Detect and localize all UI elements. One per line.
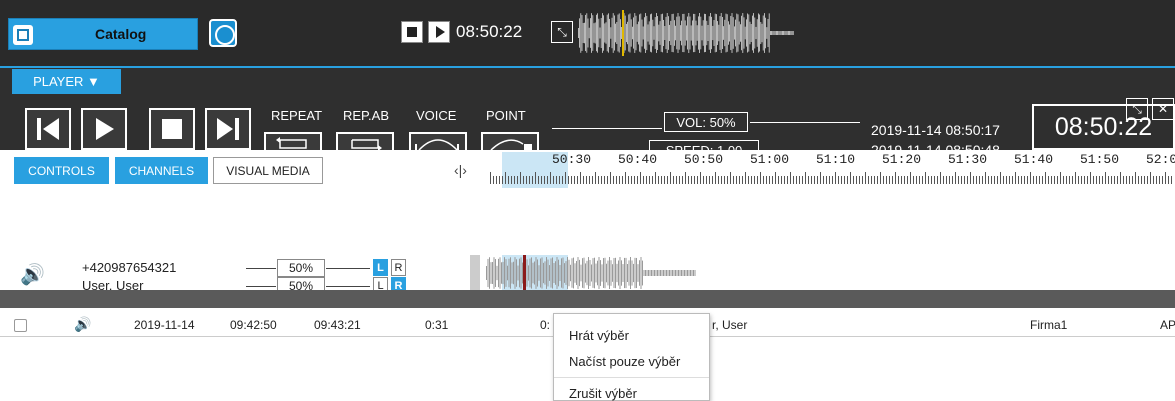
vol1-line-r [326, 268, 370, 269]
skip-forward-icon [217, 118, 239, 140]
ruler-tick-label: 52:0 [1146, 152, 1175, 167]
context-menu: Hrát výběr Načíst pouze výběr Zrušit výb… [553, 313, 710, 401]
mini-time-display: 08:50:22 [456, 22, 523, 41]
app-icon[interactable] [209, 19, 237, 47]
vol-line-right [750, 122, 860, 123]
row-firm: Firma1 [1030, 318, 1068, 332]
current-time-display: 08:50:22 [1032, 104, 1175, 150]
row-start: 09:42:50 [230, 318, 277, 332]
ruler-labels: 50:30 50:40 50:50 51:00 51:10 51:20 51:3… [552, 152, 1175, 170]
row-end: 09:43:21 [314, 318, 361, 332]
ruler-tick-label: 50:40 [618, 152, 658, 167]
tab-controls[interactable]: CONTROLS [14, 157, 109, 184]
stop-button[interactable] [149, 108, 195, 150]
menu-separator [554, 377, 709, 378]
player-tab[interactable]: PLAYER ▼ [12, 69, 121, 94]
ruler-tick-label: 50:30 [552, 152, 592, 167]
results-header-band [0, 290, 1175, 308]
skip-forward-button[interactable] [205, 108, 251, 150]
vol-line-left [552, 128, 662, 129]
catalog-window-icon [13, 25, 33, 45]
channel-phone: +420987654321 [82, 260, 177, 275]
restore-player-button[interactable]: ⤡ [551, 21, 573, 43]
mini-play-button[interactable] [428, 21, 450, 43]
start-datetime: 2019-11-14 08:50:17 [871, 122, 1000, 138]
menu-item-load-selection[interactable]: Načíst pouze výběr [569, 354, 680, 369]
channel1-right-toggle[interactable]: R [391, 259, 406, 276]
catalog-label: Catalog [95, 26, 147, 42]
mini-waveform[interactable] [578, 10, 798, 56]
channel-scrollbar[interactable] [470, 255, 480, 292]
channel1-left-toggle[interactable]: L [373, 259, 388, 276]
menu-item-cancel-selection[interactable]: Zrušit výběr [569, 386, 637, 401]
tab-channels[interactable]: CHANNELS [115, 157, 208, 184]
skip-back-icon [37, 118, 59, 140]
row-duration: 0:31 [425, 318, 449, 332]
play-icon [96, 118, 114, 140]
ruler-tick-label: 51:20 [882, 152, 922, 167]
ruler-tick-label: 51:50 [1080, 152, 1120, 167]
ruler-tick-label: 51:40 [1014, 152, 1054, 167]
row-partial: 0: [540, 318, 551, 332]
resize-handle-icon[interactable]: ‹|› [454, 162, 467, 178]
repab-label: REP.AB [343, 108, 390, 123]
volume-display[interactable]: VOL: 50% [664, 112, 748, 132]
catalog-button[interactable]: Catalog [8, 18, 198, 50]
row-speaker-icon[interactable]: 🔊 [74, 316, 91, 333]
row-date: 2019-11-14 [134, 318, 195, 332]
speaker-icon[interactable]: 🔊 [20, 262, 45, 287]
vol2-line-r [326, 286, 370, 287]
point-label: POINT [486, 108, 526, 123]
mini-stop-button[interactable] [401, 21, 423, 43]
repeat-label: REPEAT [271, 108, 323, 123]
ruler-tick-label: 51:30 [948, 152, 988, 167]
skip-back-button[interactable] [25, 108, 71, 150]
row-tail: AP [1160, 318, 1175, 332]
vol2-line [246, 286, 276, 287]
channel-volume-1[interactable]: 50% [277, 259, 325, 277]
ruler-tick-label: 51:00 [750, 152, 790, 167]
row-checkbox[interactable] [14, 319, 27, 332]
ruler-tick-label: 50:50 [684, 152, 724, 167]
vol1-line [246, 268, 276, 269]
stop-icon [162, 119, 182, 139]
play-button[interactable] [81, 108, 127, 150]
channel-waveform[interactable] [486, 255, 1175, 291]
ruler-tick-label: 51:10 [816, 152, 856, 167]
restore-icon: ⤡ [557, 24, 567, 39]
voice-label: VOICE [416, 108, 457, 123]
row-user: r, User [712, 318, 748, 332]
tab-visual-media[interactable]: VISUAL MEDIA [213, 157, 323, 184]
menu-item-play-selection[interactable]: Hrát výběr [569, 328, 629, 343]
